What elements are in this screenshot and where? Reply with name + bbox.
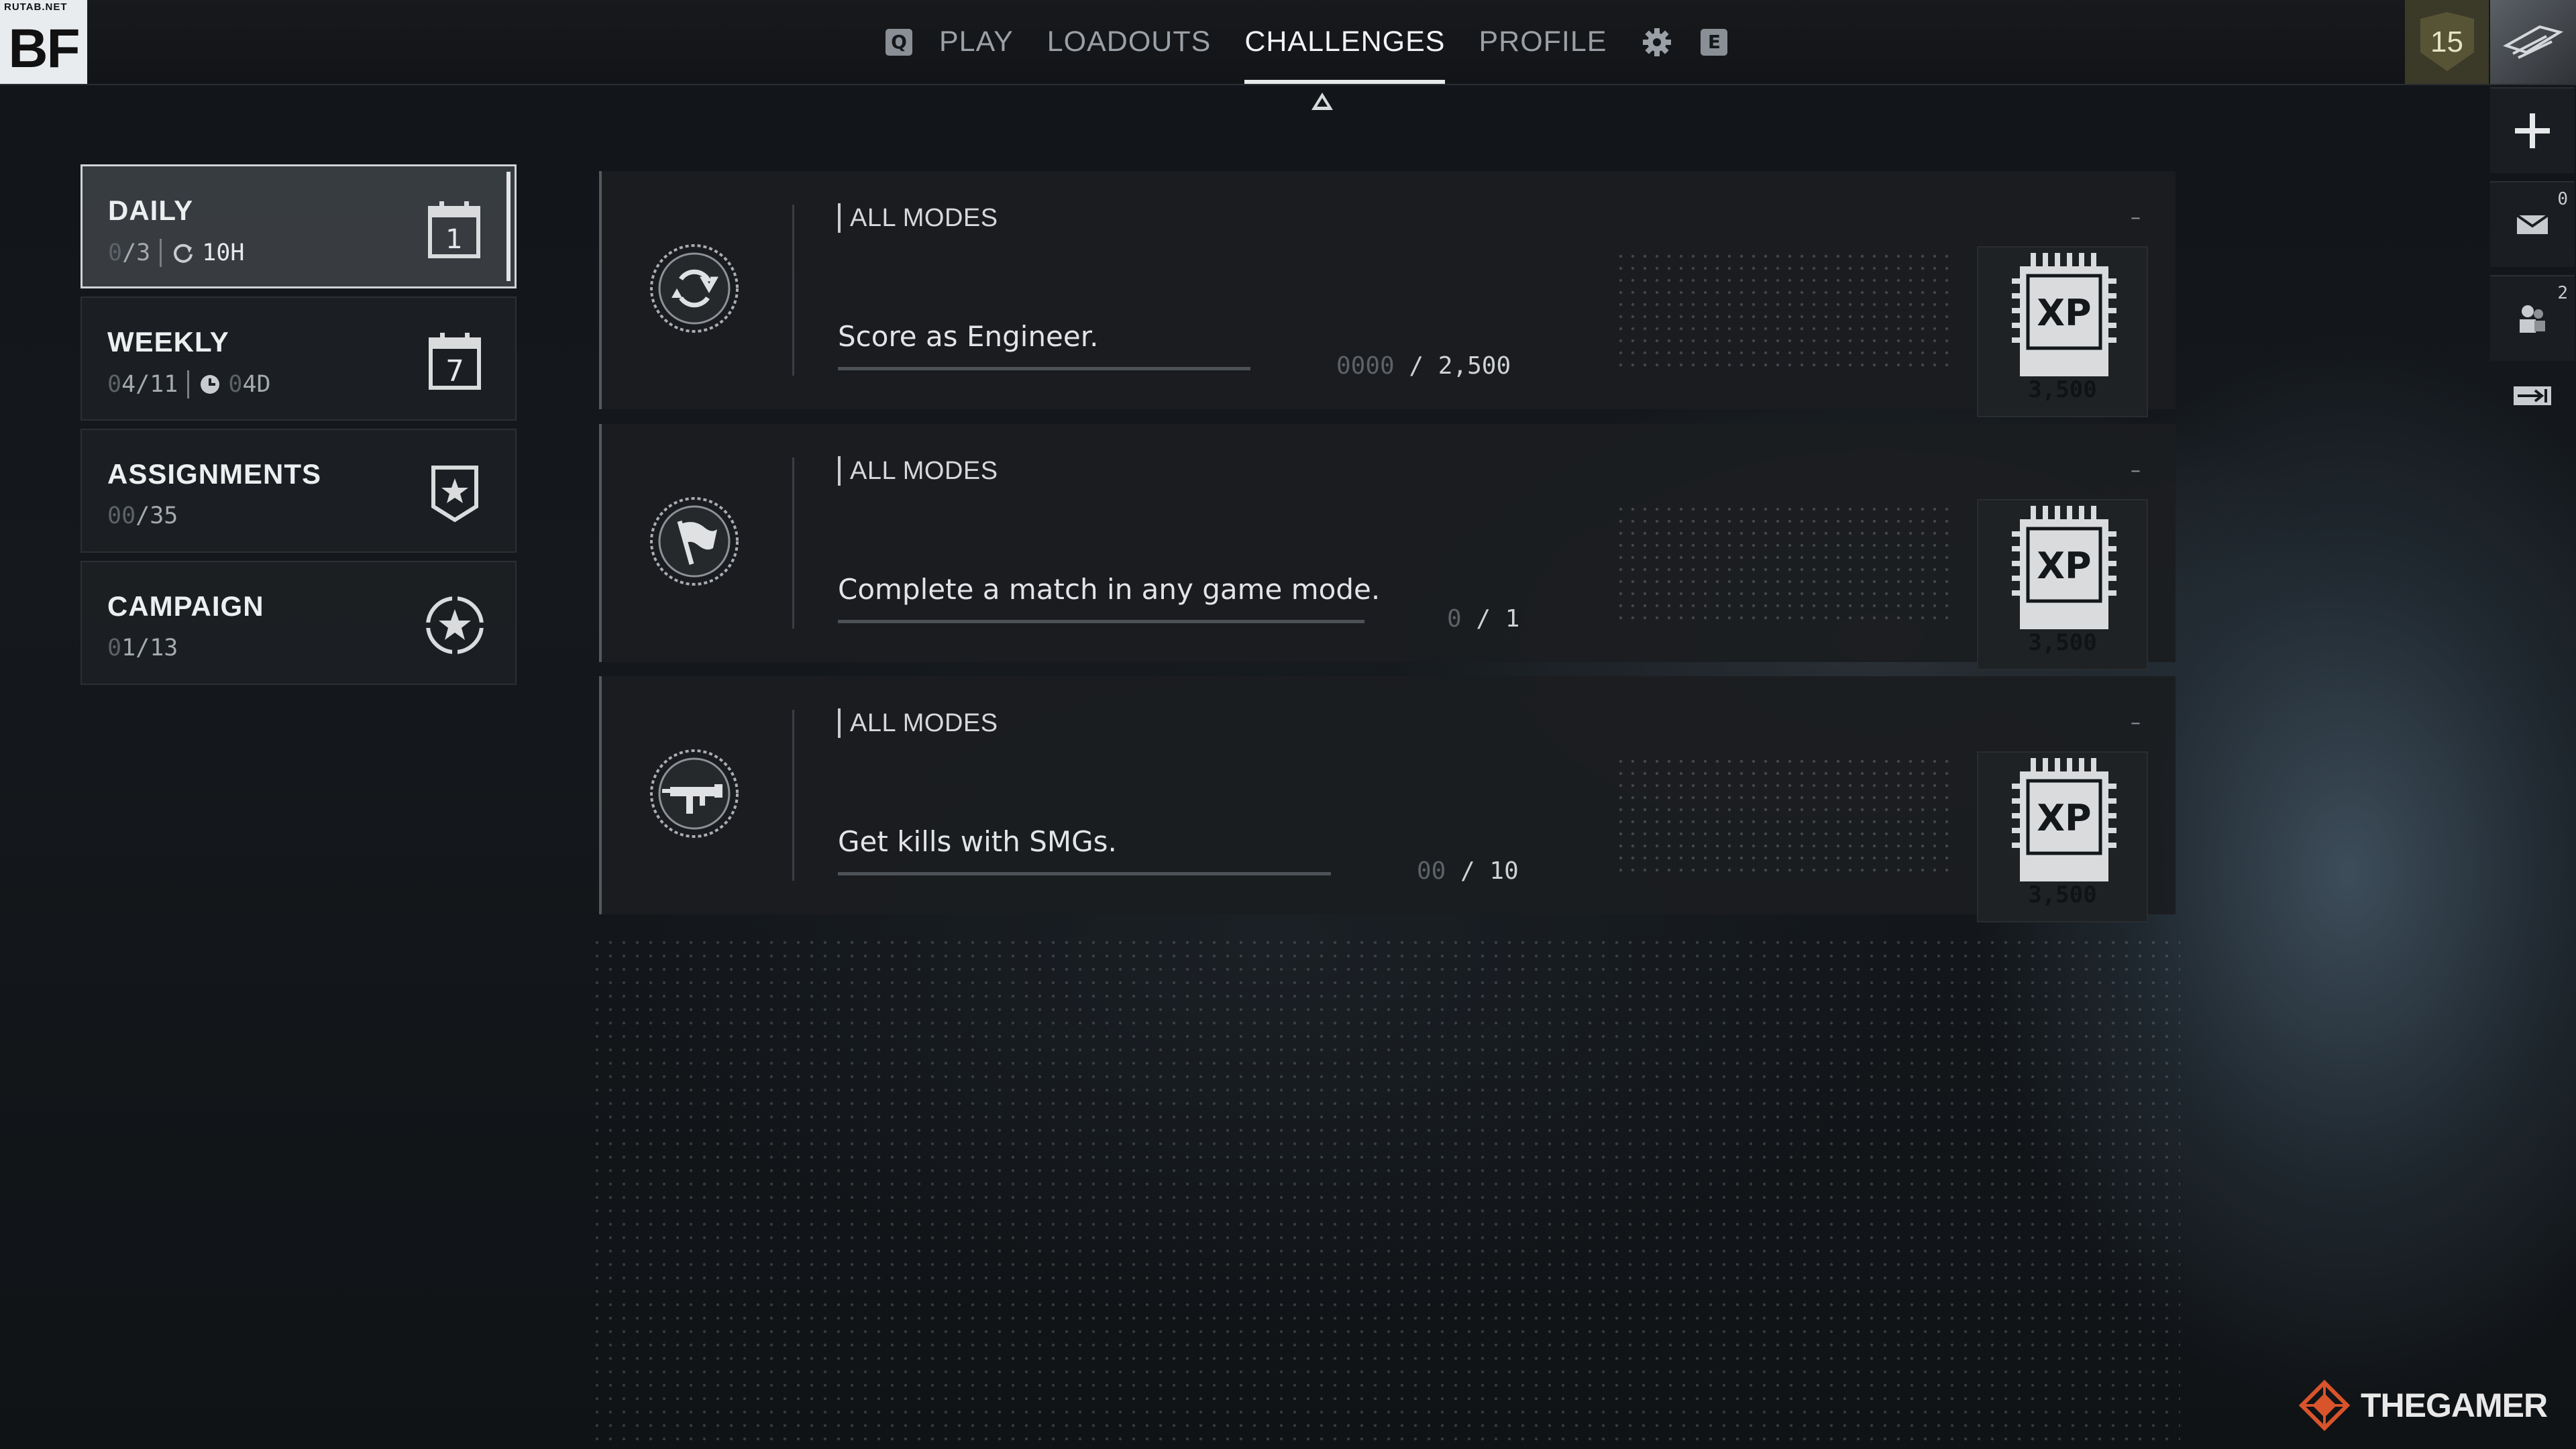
refresh-icon [174,244,193,263]
watermark: THEGAMER [2298,1379,2548,1432]
category-title: DAILY [108,195,194,226]
category-title: ASSIGNMENTS [107,458,322,490]
game-logo[interactable]: RUTAB.NET BF [0,0,87,84]
dot-pattern [1615,755,1950,876]
progress-bar [838,367,1250,370]
tab-play[interactable]: PLAY [939,0,1014,84]
divider [187,370,190,398]
category-campaign[interactable]: CAMPAIGN 0 1 /13 [80,561,517,685]
smg-badge-icon [650,749,739,838]
mail-icon [2516,214,2549,234]
reward-value: 3,500 [2028,881,2097,908]
xp-reward: XP 3,500 [1977,751,2148,922]
mail-button[interactable]: 0 [2490,181,2575,267]
rank-number: 15 [2430,25,2463,58]
category-weekly[interactable]: WEEKLY 0 4 /11 0 4D 7 [80,297,517,421]
xp-chip-icon: XP [2012,253,2116,376]
reward-value: 3,500 [2028,629,2097,656]
progress-bar [838,872,1331,875]
dog-tag-icon[interactable] [2490,0,2576,84]
player-rank[interactable]: 15 [2405,0,2489,84]
logo-text: BF [8,17,80,79]
main-nav: Q PLAY LOADOUTS CHALLENGES PROFILE E [885,0,1728,84]
tab-loadouts[interactable]: LOADOUTS [1047,0,1212,84]
tab-challenges[interactable]: CHALLENGES [1244,0,1446,84]
category-assignments[interactable]: ASSIGNMENTS 00 /35 [80,429,517,553]
exit-icon[interactable] [2490,369,2575,423]
friends-button[interactable]: 2 [2490,275,2575,361]
category-title: CAMPAIGN [107,590,264,622]
challenge-description: Get kills with SMGs. [838,825,1117,858]
top-bar: RUTAB.NET BF Q PLAY LOADOUTS CHALLENGES … [0,0,2576,85]
background-dot-grid [590,936,2180,1449]
challenge-card[interactable]: ALL MODES Get kills with SMGs. 00 / 10 –… [599,676,2176,922]
circle-star-icon [424,594,486,656]
svg-text:1: 1 [445,224,462,255]
progress-count: 0000 / 2,500 [1336,352,1511,380]
watermark-text: THEGAMER [2361,1387,2548,1424]
flag-badge-icon [650,497,739,586]
category-progress: 0 /3 10H [108,239,245,267]
dot-pattern [1615,250,1950,371]
category-title: WEEKLY [107,326,229,358]
challenge-description: Complete a match in any game mode. [838,573,1381,606]
gear-icon[interactable] [1640,25,1674,59]
tab-profile[interactable]: PROFILE [1479,0,1607,84]
svg-text:XP: XP [2037,797,2091,839]
challenge-mode: ALL MODES [838,456,998,486]
collapse-button[interactable]: – [2131,711,2141,735]
xp-chip-icon: XP [2012,758,2116,881]
divider [160,239,162,267]
category-progress: 0 1 /13 [107,635,178,661]
calendar-1-icon: 1 [428,201,480,258]
shield-star-icon [431,466,478,523]
svg-text:XP: XP [2037,292,2091,334]
calendar-7-icon: 7 [429,333,481,390]
divider [792,205,794,376]
svg-text:XP: XP [2037,545,2091,587]
xp-reward: XP 3,500 [1977,499,2148,670]
divider [792,458,794,629]
svg-text:7: 7 [445,354,464,388]
right-rail: 0 2 [2490,87,2576,423]
nav-prev-key[interactable]: Q [885,28,912,56]
progress-bar [838,620,1364,623]
dot-pattern [1615,503,1950,624]
challenge-mode: ALL MODES [838,708,998,738]
plus-icon[interactable] [2490,87,2575,173]
friends-count: 2 [2557,283,2568,303]
challenge-categories: DAILY 0 /3 10H 1 WEEKLY 0 4 /11 0 4D 7 A… [80,164,517,693]
mail-count: 0 [2557,189,2568,209]
divider [792,710,794,881]
reward-value: 3,500 [2028,376,2097,403]
progress-count: 00 / 10 [1417,857,1519,885]
engineer-badge-icon [650,244,739,333]
friends-icon [2520,305,2545,333]
challenge-description: Score as Engineer. [838,320,1099,353]
nav-next-key[interactable]: E [1701,28,1728,56]
xp-chip-icon: XP [2012,506,2116,629]
category-progress: 00 /35 [107,502,178,529]
xp-reward: XP 3,500 [1977,246,2148,417]
collapse-button[interactable]: – [2131,206,2141,229]
challenge-card[interactable]: ALL MODES Complete a match in any game m… [599,424,2176,670]
challenge-mode: ALL MODES [838,203,998,233]
active-tab-caret-icon [1311,93,1333,110]
challenge-card[interactable]: ALL MODES Score as Engineer. 0000 / 2,50… [599,171,2176,417]
progress-count: 0 / 1 [1447,605,1520,633]
category-progress: 0 4 /11 0 4D [107,370,271,398]
site-tag: RUTAB.NET [4,1,68,13]
watermark-logo-icon [2298,1379,2351,1432]
collapse-button[interactable]: – [2131,459,2141,482]
category-daily[interactable]: DAILY 0 /3 10H 1 [80,164,517,288]
clock-icon [201,375,220,394]
